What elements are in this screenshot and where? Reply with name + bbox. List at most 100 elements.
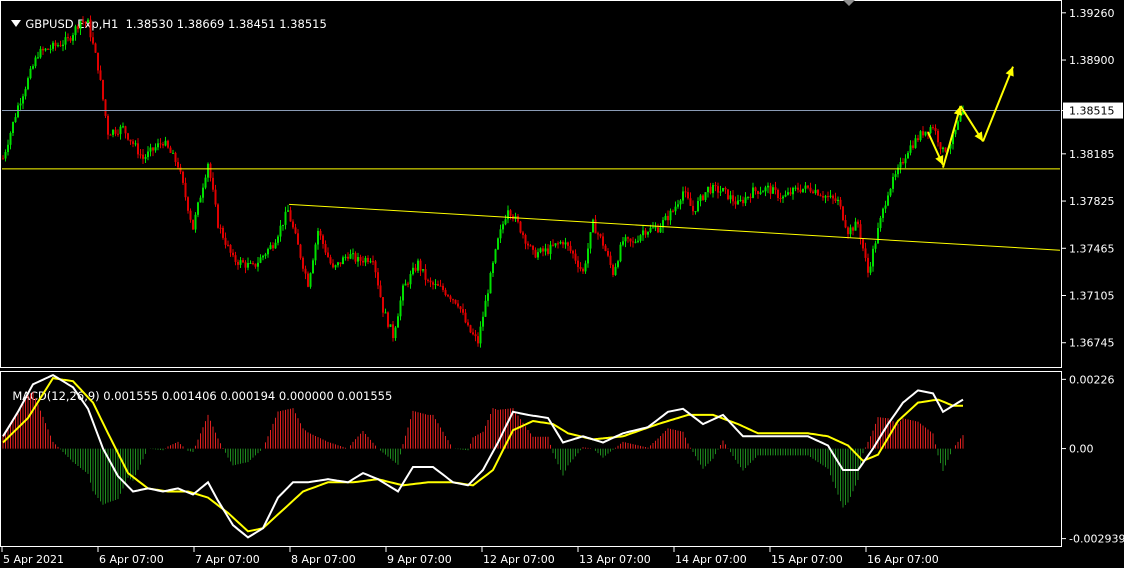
candle-bull: [814, 189, 817, 194]
candle-bear: [462, 309, 464, 313]
candle-bull: [712, 185, 714, 194]
y-tick-label: 1.39260: [1069, 7, 1115, 20]
candle-bull: [344, 256, 347, 258]
candle-bull: [312, 260, 314, 274]
candle-bull: [884, 205, 887, 209]
candle-bull: [249, 262, 252, 264]
candle-bear: [319, 230, 322, 236]
candle-bear: [139, 154, 142, 156]
candle-bear: [572, 250, 574, 254]
y-tick-label: 1.38185: [1069, 148, 1115, 161]
candle-bear: [867, 257, 869, 273]
candle-bear: [447, 295, 449, 297]
candle-bull: [134, 143, 137, 145]
candle-bear: [714, 185, 717, 187]
candle-bull: [264, 254, 267, 256]
candle-bull: [52, 42, 54, 49]
candle-bear: [454, 299, 457, 304]
candle-bull: [342, 257, 344, 265]
candle-bull: [539, 248, 542, 253]
candle-bear: [847, 227, 849, 235]
candle-bull: [747, 196, 749, 198]
candle-bear: [472, 332, 474, 335]
candle-bull: [752, 187, 754, 198]
candle-bear: [192, 219, 194, 230]
candle-bull: [202, 187, 204, 198]
candle-bull: [957, 121, 959, 130]
candle-bull: [247, 263, 249, 268]
candle-bear: [97, 52, 99, 71]
candle-bull: [22, 96, 24, 104]
candle-bear: [724, 188, 727, 190]
candle-bull: [499, 229, 502, 239]
candle-bear: [799, 189, 802, 192]
candle-bull: [787, 192, 789, 195]
candle-bear: [237, 261, 239, 265]
candle-bull: [309, 273, 312, 287]
candle-bear: [59, 45, 62, 47]
candle-bull: [589, 232, 592, 249]
candle-bear: [777, 189, 779, 198]
candle-bear: [219, 227, 222, 229]
candle-bear: [657, 227, 659, 233]
candle-bear: [547, 248, 549, 254]
candle-bear: [754, 187, 757, 192]
candle-bull: [19, 103, 22, 106]
candle-bear: [124, 126, 127, 134]
candle-bull: [482, 316, 484, 327]
candle-bull: [262, 255, 264, 258]
candle-bear: [779, 197, 782, 199]
candle-bear: [464, 312, 467, 323]
candle-bull: [697, 200, 699, 212]
candle-bear: [629, 238, 632, 242]
candle-bull: [674, 206, 677, 212]
candle-bear: [817, 189, 819, 196]
candle-bear: [424, 269, 427, 280]
candle-bull: [79, 21, 82, 30]
candle-bull: [279, 225, 282, 237]
candle-bear: [562, 241, 564, 245]
candle-bull: [849, 227, 852, 235]
price-chart[interactable]: 1.39260 1.38900 1.38515 1.38185 1.37825 1.374…: [0, 0, 1124, 568]
candle-bull: [284, 211, 287, 225]
candle-bull: [664, 215, 667, 221]
candle-bear: [749, 196, 752, 198]
candle-bull: [624, 237, 627, 242]
candle-bull: [257, 262, 259, 267]
candle-bear: [54, 42, 57, 46]
candle-bear: [577, 260, 579, 268]
candle-bear: [939, 142, 942, 150]
candle-bear: [99, 70, 102, 80]
main-chart-frame: [0, 0, 1062, 368]
candle-bear: [557, 243, 559, 245]
candle-bull: [27, 78, 29, 90]
candle-bear: [177, 162, 179, 168]
candle-bear: [379, 285, 382, 298]
candle-bear: [189, 210, 192, 220]
candle-bear: [377, 272, 379, 286]
candle-bear: [324, 244, 327, 253]
candle-bull: [14, 117, 17, 122]
candle-bear: [322, 235, 324, 245]
candle-bull: [587, 248, 589, 264]
candle-bull: [907, 152, 909, 159]
candle-bear: [687, 192, 689, 199]
candle-bull: [57, 45, 59, 47]
candle-bull: [679, 200, 682, 205]
candle-bull: [404, 283, 407, 286]
candle-bull: [384, 312, 387, 314]
candle-bear: [167, 140, 169, 148]
candle-bear: [42, 48, 44, 51]
candle-bull: [112, 129, 114, 135]
candle-bear: [127, 133, 129, 140]
candle-bear: [327, 252, 329, 258]
candle-bear: [579, 267, 582, 269]
candle-bull: [537, 252, 539, 258]
candle-bull: [64, 37, 67, 45]
candle-bull: [484, 300, 487, 317]
candle-bull: [782, 196, 784, 199]
candle-bear: [367, 257, 369, 262]
candle-bull: [874, 243, 877, 249]
candle-bull: [357, 257, 359, 262]
candle-bear: [254, 263, 257, 267]
